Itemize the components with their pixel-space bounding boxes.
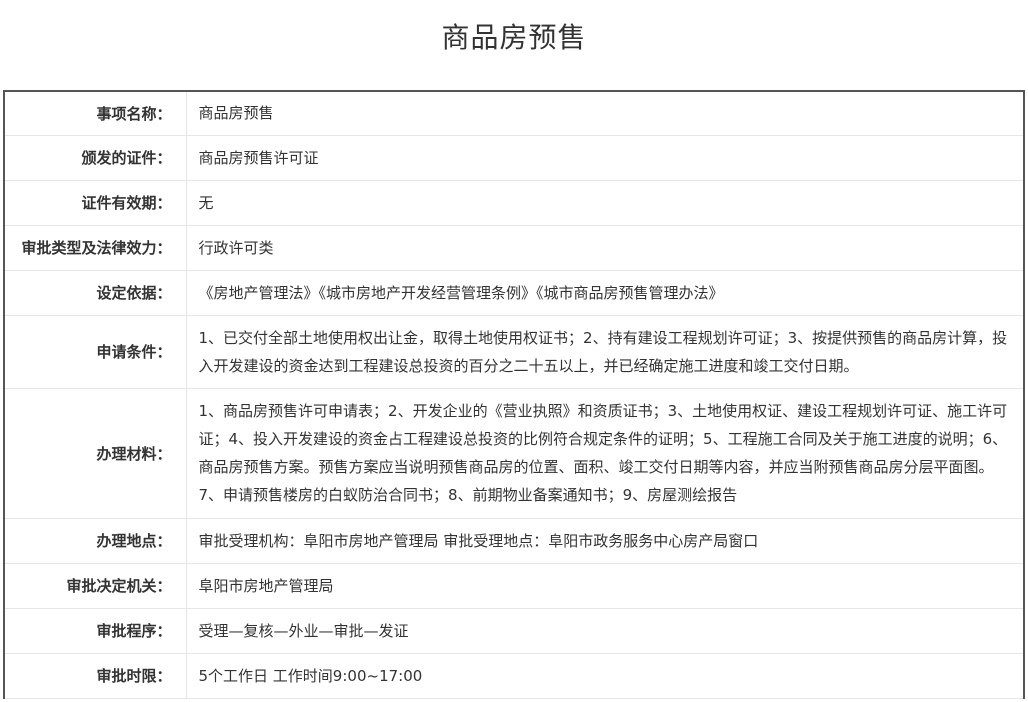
row-value-authority: 阜阳市房地产管理局 [186, 563, 1024, 609]
table-row: 办理地点： 审批受理机构：阜阳市房地产管理局 审批受理地点：阜阳市政务服务中心房… [4, 518, 1024, 564]
table-row: 审批时限： 5个工作日 工作时间9:00~17:00 [4, 653, 1024, 699]
table-row: 审批类型及法律效力： 行政许可类 [4, 225, 1024, 271]
row-value-time-limit: 5个工作日 工作时间9:00~17:00 [186, 653, 1024, 699]
row-value-validity: 无 [186, 180, 1024, 226]
row-value-certificate: 商品房预售许可证 [186, 135, 1024, 181]
row-value-conditions: 1、已交付全部土地使用权出让金，取得土地使用权证书；2、持有建设工程规划许可证；… [186, 315, 1024, 389]
row-label-time-limit: 审批时限： [4, 653, 187, 699]
row-value-approval-type: 行政许可类 [186, 225, 1024, 271]
row-label-certificate: 颁发的证件： [4, 135, 187, 181]
row-label-item-name: 事项名称： [4, 91, 187, 136]
row-value-legal-basis: 《房地产管理法》《城市房地产开发经营管理条例》《城市商品房预售管理办法》 [186, 270, 1024, 316]
row-label-validity: 证件有效期： [4, 180, 187, 226]
row-label-approval-type: 审批类型及法律效力： [4, 225, 187, 271]
row-label-location: 办理地点： [4, 518, 187, 564]
table-row: 审批决定机关： 阜阳市房地产管理局 [4, 563, 1024, 609]
row-value-materials: 1、商品房预售许可申请表；2、开发企业的《营业执照》和资质证书；3、土地使用权证… [186, 388, 1024, 519]
table-row: 颁发的证件： 商品房预售许可证 [4, 135, 1024, 181]
table-row: 事项名称： 商品房预售 [4, 91, 1024, 136]
row-label-conditions: 申请条件： [4, 315, 187, 389]
table-row: 审批程序： 受理—复核—外业—审批—发证 [4, 608, 1024, 654]
row-label-materials: 办理材料： [4, 388, 187, 519]
row-label-procedure: 审批程序： [4, 608, 187, 654]
table-row: 设定依据： 《房地产管理法》《城市房地产开发经营管理条例》《城市商品房预售管理办… [4, 270, 1024, 316]
info-table: 事项名称： 商品房预售 颁发的证件： 商品房预售许可证 证件有效期： 无 审批类… [3, 90, 1025, 699]
row-value-item-name: 商品房预售 [186, 91, 1024, 136]
table-row: 申请条件： 1、已交付全部土地使用权出让金，取得土地使用权证书；2、持有建设工程… [4, 315, 1024, 389]
row-label-legal-basis: 设定依据： [4, 270, 187, 316]
table-row: 办理材料： 1、商品房预售许可申请表；2、开发企业的《营业执照》和资质证书；3、… [4, 388, 1024, 519]
row-value-procedure: 受理—复核—外业—审批—发证 [186, 608, 1024, 654]
page-title: 商品房预售 [441, 21, 587, 54]
row-label-authority: 审批决定机关： [4, 563, 187, 609]
table-row: 证件有效期： 无 [4, 180, 1024, 226]
row-value-location: 审批受理机构：阜阳市房地产管理局 审批受理地点：阜阳市政务服务中心房产局窗口 [186, 518, 1024, 564]
